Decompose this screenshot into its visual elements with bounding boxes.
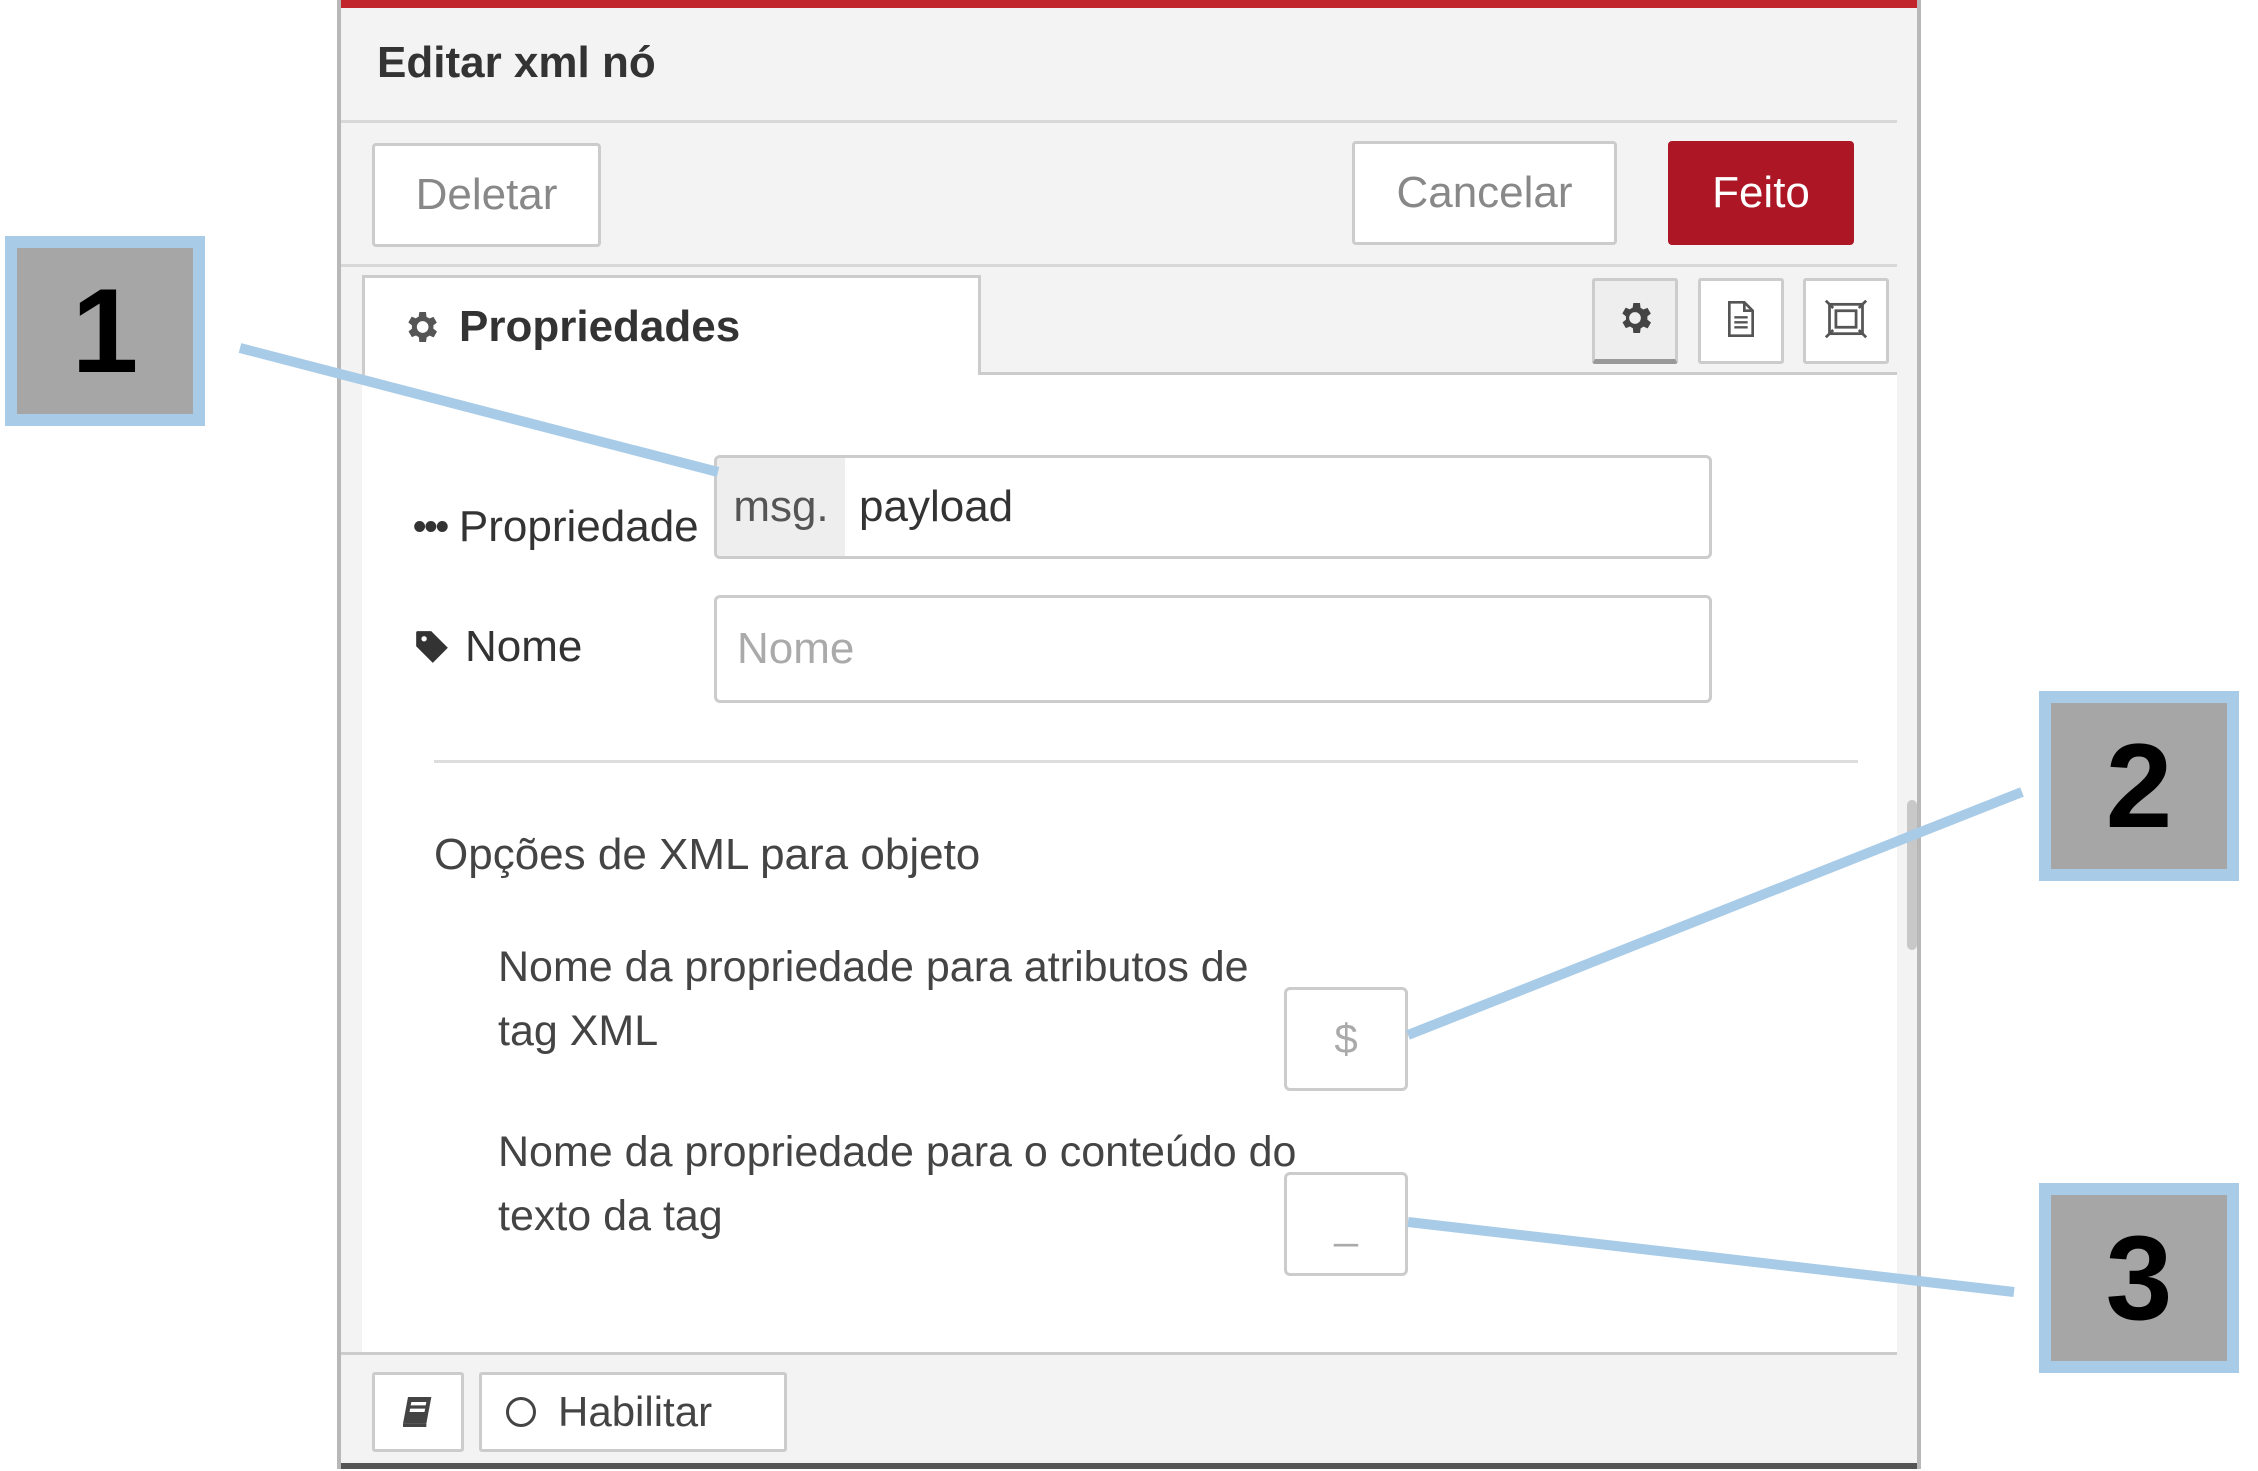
attr-property-label: Nome da propriedade para atributos de ta… <box>498 943 1249 1055</box>
enable-label: Habilitar <box>558 1388 713 1435</box>
property-label-text: Propriedade <box>458 502 699 551</box>
circle-icon <box>506 1397 536 1427</box>
cancel-button[interactable]: Cancelar <box>1352 141 1617 245</box>
scrollbar[interactable] <box>1907 800 1917 950</box>
done-button[interactable]: Feito <box>1668 141 1854 245</box>
callout-2: 2 <box>2039 691 2239 881</box>
footer-divider <box>341 1352 1897 1355</box>
attr-property-input[interactable]: $ <box>1284 987 1408 1091</box>
dialog-bottom-bar <box>341 1463 1917 1469</box>
section-divider <box>434 760 1858 763</box>
tab-properties[interactable]: Propriedades <box>362 275 981 375</box>
settings-tab-button[interactable] <box>1592 278 1678 364</box>
tag-icon <box>413 628 451 666</box>
toolbar-divider <box>341 264 1897 267</box>
frame-icon <box>1822 297 1870 346</box>
tab-properties-label: Propriedades <box>459 301 741 351</box>
document-icon <box>1721 297 1761 346</box>
name-label: Nome <box>413 595 582 699</box>
name-label-text: Nome <box>465 622 583 671</box>
delete-button[interactable]: Deletar <box>372 143 601 247</box>
description-tab-button[interactable] <box>1698 278 1784 364</box>
name-field[interactable] <box>714 595 1712 703</box>
property-value[interactable]: payload <box>859 458 1013 556</box>
property-label: ••• Propriedade <box>413 475 699 579</box>
properties-panel: ••• Propriedade msg. payload Nome Opções… <box>362 375 1897 1353</box>
callout-3: 3 <box>2039 1183 2239 1373</box>
text-property-input[interactable]: _ <box>1284 1172 1408 1276</box>
enable-toggle[interactable]: Habilitar <box>479 1372 787 1452</box>
name-input[interactable] <box>717 598 1709 700</box>
property-typed-input[interactable]: msg. payload <box>714 455 1712 559</box>
book-icon <box>398 1392 438 1432</box>
property-type-selector[interactable]: msg. <box>717 458 845 556</box>
appearance-tab-button[interactable] <box>1803 278 1889 364</box>
dialog-accent-bar <box>341 0 1917 8</box>
ellipsis-icon: ••• <box>413 505 449 548</box>
dialog-title: Editar xml nó <box>377 38 656 87</box>
text-property-label: Nome da propriedade para o conteúdo do t… <box>498 1128 1297 1240</box>
edit-node-dialog: Editar xml nó Deletar Cancelar Feito Pro… <box>337 0 1921 1469</box>
title-divider <box>341 120 1897 123</box>
xml-options-title: Opções de XML para objeto <box>434 830 981 879</box>
node-help-button[interactable] <box>372 1372 464 1452</box>
gear-icon <box>401 307 441 347</box>
gear-icon <box>1615 298 1655 343</box>
callout-1: 1 <box>5 236 205 426</box>
